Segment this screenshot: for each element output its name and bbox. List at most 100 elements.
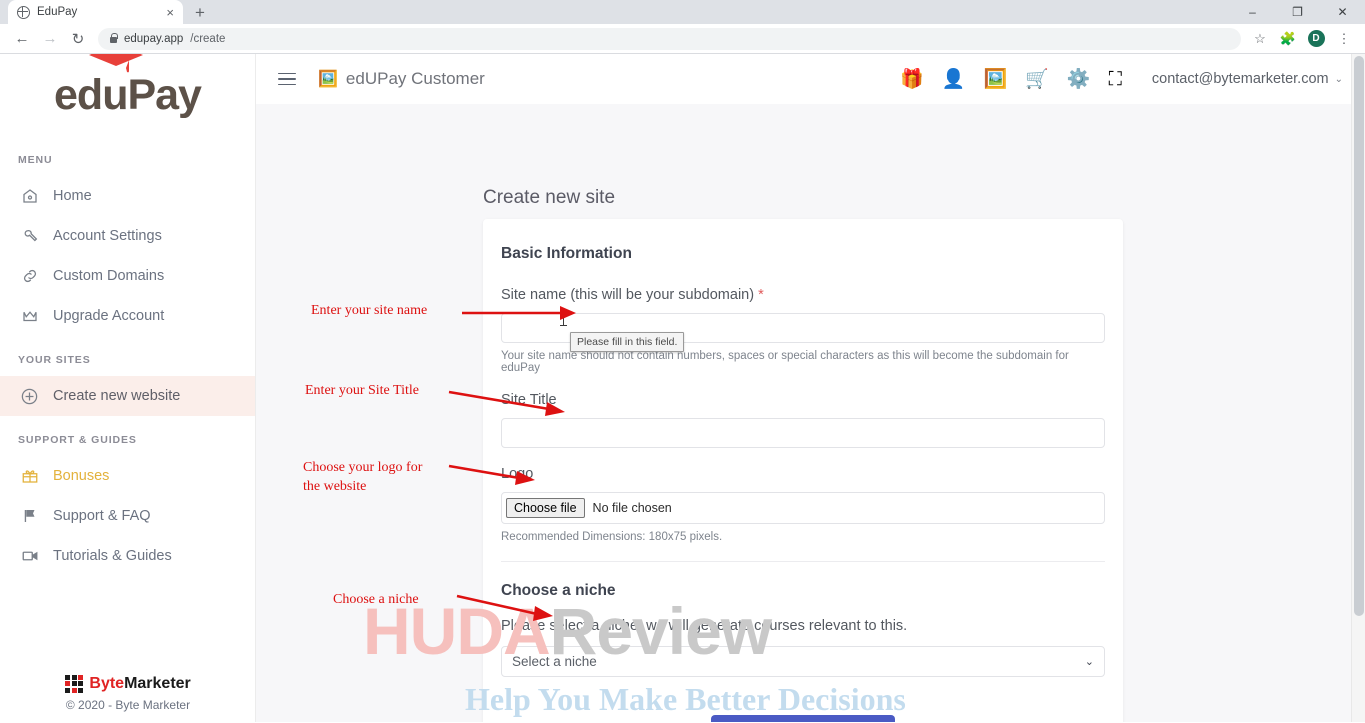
profile-avatar[interactable]: D bbox=[1303, 26, 1329, 52]
app-logo[interactable]: eduPay bbox=[0, 54, 255, 136]
niche-select-value: Select a niche bbox=[512, 654, 597, 669]
app-brand-label: edUPay Customer bbox=[345, 69, 485, 88]
user-email: contact@bytemarketer.com bbox=[1151, 71, 1329, 87]
annotation-site-title: Enter your Site Title bbox=[305, 383, 419, 398]
no-file-chosen-label: No file chosen bbox=[592, 501, 672, 515]
section-divider bbox=[501, 561, 1105, 562]
user-menu[interactable]: contact@bytemarketer.com ⌄ bbox=[1152, 71, 1343, 87]
address-bar[interactable]: edupay.app/create bbox=[98, 27, 1241, 50]
sidebar-section-support-guides: SUPPORT & GUIDES bbox=[18, 434, 137, 446]
tab-title: EduPay bbox=[37, 6, 78, 18]
settings-gear-icon[interactable]: ⚙️ bbox=[1067, 70, 1091, 89]
forward-icon[interactable]: → bbox=[36, 25, 64, 53]
gift-icon[interactable]: 🎁 bbox=[900, 70, 924, 89]
annotation-logo: Choose your logo for the website bbox=[303, 460, 423, 494]
byte-marketer-logo: ByteMarketer bbox=[65, 674, 191, 693]
chevron-down-icon: ⌄ bbox=[1084, 656, 1094, 668]
sidebar-footer: ByteMarketer © 2020 - Byte Marketer bbox=[0, 667, 256, 712]
bookmark-star-icon[interactable]: ☆ bbox=[1247, 26, 1273, 52]
browser-toolbar: ← → ↻ edupay.app/create ☆ 🧩 D ⋮ bbox=[0, 24, 1365, 54]
url-path: /create bbox=[190, 32, 226, 45]
sidebar-section-your-sites: YOUR SITES bbox=[18, 354, 91, 366]
annotation-arrow-site-title bbox=[448, 390, 565, 416]
maximize-icon[interactable]: ❐ bbox=[1275, 0, 1320, 24]
validation-tooltip: Please fill in this field. bbox=[570, 332, 685, 352]
site-title-label: Site Title bbox=[501, 392, 557, 408]
fullscreen-icon[interactable]: ⛶ bbox=[1109, 70, 1122, 89]
video-icon[interactable]: 🖼️ bbox=[984, 70, 1008, 89]
crown-icon bbox=[20, 307, 39, 326]
annotation-arrow-logo bbox=[448, 464, 535, 485]
new-tab-button[interactable]: + bbox=[195, 4, 205, 24]
back-icon[interactable]: ← bbox=[8, 25, 36, 53]
choose-file-button[interactable]: Choose file bbox=[506, 498, 585, 518]
logo-text: eduPay bbox=[54, 70, 202, 119]
avatar-initial: D bbox=[1307, 30, 1325, 47]
site-name-help-text: Your site name should not contain number… bbox=[501, 350, 1069, 374]
extensions-puzzle-icon[interactable]: 🧩 bbox=[1275, 26, 1301, 52]
niche-select[interactable]: Select a niche ⌄ bbox=[501, 646, 1105, 677]
app-header-actions: 🎁 👤 🖼️ 🛒 ⚙️ ⛶ contact@bytemarketer.com ⌄ bbox=[900, 70, 1343, 89]
footer-brand-first: Byte bbox=[89, 674, 125, 692]
app-brand[interactable]: 🖼️ edUPay Customer bbox=[318, 69, 485, 89]
logo-label: Logo bbox=[501, 466, 1105, 482]
logo-file-input[interactable]: Choose file No file chosen bbox=[501, 492, 1105, 524]
sidebar-item-label: Bonuses bbox=[53, 468, 110, 484]
page-title: Create new site bbox=[483, 187, 616, 208]
home-icon bbox=[20, 187, 39, 206]
basic-information-heading: Basic Information bbox=[501, 245, 632, 262]
minimize-icon[interactable]: – bbox=[1230, 0, 1275, 24]
globe-icon bbox=[17, 5, 30, 19]
flag-icon bbox=[20, 507, 39, 526]
sidebar-section-menu: MENU bbox=[18, 154, 53, 166]
gift-icon bbox=[20, 467, 39, 486]
sidebar-item-create-new-website[interactable]: Create new website bbox=[0, 376, 255, 416]
required-marker: * bbox=[758, 287, 764, 303]
sidebar-item-label: Custom Domains bbox=[53, 268, 165, 284]
footer-copyright: © 2020 - Byte Marketer bbox=[65, 698, 191, 712]
lock-icon bbox=[110, 33, 118, 43]
niche-help-text: Please select a niche, we will generate … bbox=[501, 618, 908, 634]
close-icon[interactable]: × bbox=[166, 6, 174, 19]
video-camera-icon bbox=[20, 547, 39, 566]
site-name-field-group: Site name (this will be your subdomain) … bbox=[501, 287, 1105, 374]
site-name-label: Site name (this will be your subdomain) … bbox=[501, 287, 1105, 303]
sidebar-item-bonuses[interactable]: Bonuses bbox=[0, 456, 255, 496]
sidebar-item-support-faq[interactable]: Support & FAQ bbox=[0, 496, 255, 536]
browser-tab[interactable]: EduPay × bbox=[8, 0, 183, 24]
reload-icon[interactable]: ↻ bbox=[64, 25, 92, 53]
window-controls: – ❐ ✕ bbox=[1230, 0, 1365, 24]
support-agent-icon[interactable]: 👤 bbox=[942, 70, 966, 89]
app-header: 🖼️ edUPay Customer 🎁 👤 🖼️ 🛒 ⚙️ ⛶ contact… bbox=[256, 54, 1365, 104]
sidebar-item-custom-domains[interactable]: Custom Domains bbox=[0, 256, 255, 296]
link-icon bbox=[20, 267, 39, 286]
site-name-label-text: Site name (this will be your subdomain) bbox=[501, 287, 755, 303]
wrench-icon bbox=[20, 227, 39, 246]
browser-window: EduPay × + – ❐ ✕ ← → ↻ edupay.app/create… bbox=[0, 0, 1365, 723]
page-scrollbar[interactable] bbox=[1351, 54, 1365, 722]
sidebar-item-upgrade-account[interactable]: Upgrade Account bbox=[0, 296, 255, 336]
app-brand-icon: 🖼️ bbox=[318, 71, 338, 88]
byte-marketer-mark-icon bbox=[65, 674, 84, 693]
scrollbar-thumb[interactable] bbox=[1354, 56, 1364, 616]
cart-icon[interactable]: 🛒 bbox=[1025, 70, 1049, 89]
footer-brand-second: Marketer bbox=[124, 674, 191, 692]
logo-help-text: Recommended Dimensions: 180x75 pixels. bbox=[501, 531, 723, 543]
window-close-icon[interactable]: ✕ bbox=[1320, 0, 1365, 24]
sidebar-item-account-settings[interactable]: Account Settings bbox=[0, 216, 255, 256]
site-title-field-group: Site Title bbox=[501, 392, 1105, 448]
plus-circle-icon bbox=[20, 387, 39, 406]
hamburger-icon[interactable] bbox=[278, 72, 296, 86]
url-domain: edupay.app bbox=[124, 32, 184, 45]
create-website-button[interactable]: Create Website bbox=[710, 715, 896, 722]
site-title-input[interactable] bbox=[501, 418, 1105, 448]
logo-field-group: Logo Choose file No file chosen Recommen… bbox=[501, 466, 1105, 543]
sidebar-item-label: Account Settings bbox=[53, 228, 162, 244]
sidebar-item-home[interactable]: Home bbox=[0, 176, 255, 216]
tab-strip: EduPay × + – ❐ ✕ bbox=[0, 0, 1365, 24]
chevron-down-icon: ⌄ bbox=[1334, 73, 1343, 85]
sidebar-item-tutorials-guides[interactable]: Tutorials & Guides bbox=[0, 536, 255, 576]
browser-menu-icon[interactable]: ⋮ bbox=[1331, 26, 1357, 52]
sidebar: eduPay MENU Home Account Settings Custom… bbox=[0, 54, 256, 722]
sidebar-item-label: Home bbox=[53, 188, 92, 204]
